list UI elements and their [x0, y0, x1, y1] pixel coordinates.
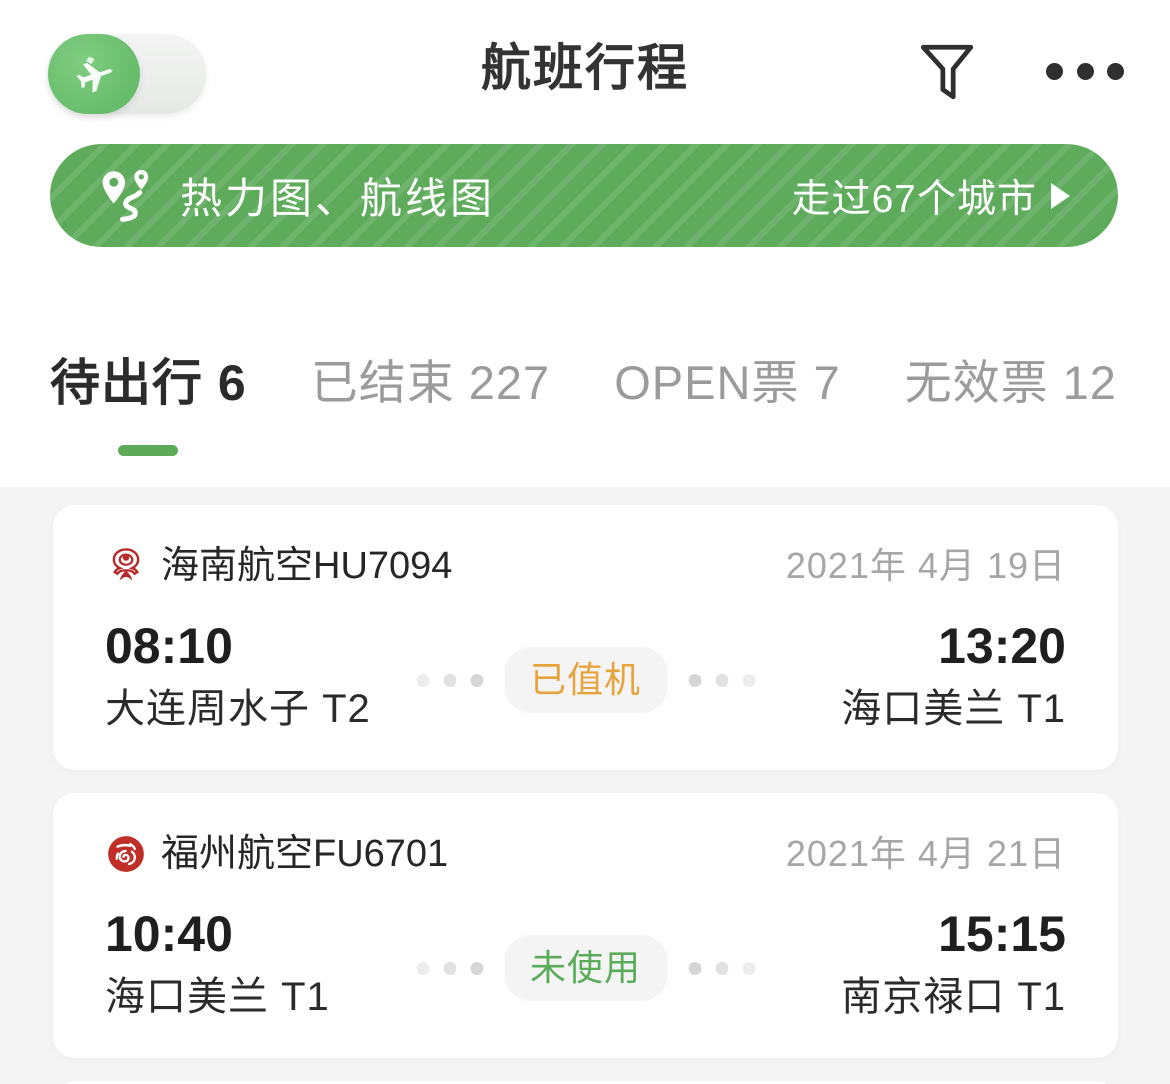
hainan-airlines-logo [105, 545, 147, 587]
route-dots-left [409, 961, 490, 975]
tab-label: OPEN票 7 [614, 356, 841, 409]
tab-label: 待出行 6 [50, 355, 247, 411]
flight-date: 2021年 4月 19日 [785, 545, 1066, 586]
cities-visited-count: 走过67个城市 [791, 177, 1037, 221]
map-pin-route-icon [96, 165, 158, 227]
flight-card-body: 08:10 大连周水子 T2 已值机 13:20 海口美兰 T1 [105, 615, 1066, 745]
route-dot [442, 961, 456, 975]
banner-left-group: 热力图、航线图 [96, 144, 495, 247]
airline-name: 福州航空FU6701 [161, 833, 449, 875]
route-dot [469, 673, 483, 687]
tab-label: 无效票 12 [904, 356, 1117, 409]
route-dots-left [409, 673, 490, 687]
more-dot [1046, 62, 1063, 80]
status-badge: 未使用 [503, 935, 668, 1001]
more-dot [1076, 62, 1094, 80]
tab-label: 已结束 227 [310, 356, 551, 409]
page-title: 航班行程 [481, 40, 689, 96]
tab-invalid-ticket[interactable]: 无效票 12 [905, 330, 1117, 488]
flight-card-body: 10:40 海口美兰 T1 未使用 15:15 南京禄口 T1 [105, 903, 1066, 1033]
tab-completed[interactable]: 已结束 227 [311, 330, 550, 488]
tab-upcoming[interactable]: 待出行 6 [50, 330, 247, 488]
more-horizontal-icon[interactable] [1046, 58, 1124, 84]
status-badge: 已值机 [503, 647, 668, 713]
airline-group: 海南航空HU7094 [105, 540, 452, 592]
flight-list[interactable]: 海南航空HU7094 2021年 4月 19日 08:10 大连周水子 T2 已… [0, 487, 1170, 1084]
more-dot [1107, 62, 1124, 80]
arrival-airport: 南京禄口 T1 [841, 975, 1066, 1019]
airline-group: 福州航空FU6701 [105, 828, 448, 880]
table-row[interactable]: 福州航空FU6701 2021年 4月 21日 10:40 海口美兰 T1 未使… [53, 793, 1118, 1058]
flight-card-header: 福州航空FU6701 2021年 4月 21日 [105, 828, 1066, 880]
route-dot [415, 673, 429, 687]
chevron-right-icon [1051, 182, 1070, 209]
arrival-airport: 海口美兰 T1 [841, 687, 1066, 731]
banner-label: 热力图、航线图 [180, 175, 496, 222]
heatmap-route-banner[interactable]: 热力图、航线图 走过67个城市 [50, 144, 1118, 247]
app-header: 航班行程 [0, 0, 1170, 130]
arrival-time: 15:15 [938, 906, 1066, 962]
route-dot [415, 961, 429, 975]
itinerary-tabs: 待出行 6 已结束 227 OPEN票 7 无效票 12 [0, 330, 1170, 488]
banner-right-group[interactable]: 走过67个城市 [792, 144, 1070, 247]
tab-active-indicator [118, 445, 179, 456]
airline-name: 海南航空HU7094 [161, 545, 453, 587]
table-row[interactable]: 海南航空HU7094 2021年 4月 19日 08:10 大连周水子 T2 已… [53, 505, 1118, 770]
flight-date: 2021年 4月 21日 [785, 833, 1066, 874]
route-dot [469, 961, 483, 975]
tab-open-ticket[interactable]: OPEN票 7 [614, 330, 840, 488]
flight-card-header: 海南航空HU7094 2021年 4月 19日 [105, 540, 1066, 592]
arrival-block: 13:20 海口美兰 T1 [646, 615, 1066, 735]
flight-itinerary-screen: 航班行程 热力图、航线图 走过67个城市 待出行 6 已结束 227 OPEN票… [0, 0, 1170, 1084]
arrival-block: 15:15 南京禄口 T1 [646, 903, 1066, 1023]
arrival-time: 13:20 [938, 618, 1066, 674]
fuzhou-airlines-logo [105, 833, 147, 875]
tab-strip[interactable]: 待出行 6 已结束 227 OPEN票 7 无效票 12 [50, 330, 1170, 488]
filter-funnel-icon[interactable] [918, 40, 976, 102]
route-dot [442, 673, 456, 687]
